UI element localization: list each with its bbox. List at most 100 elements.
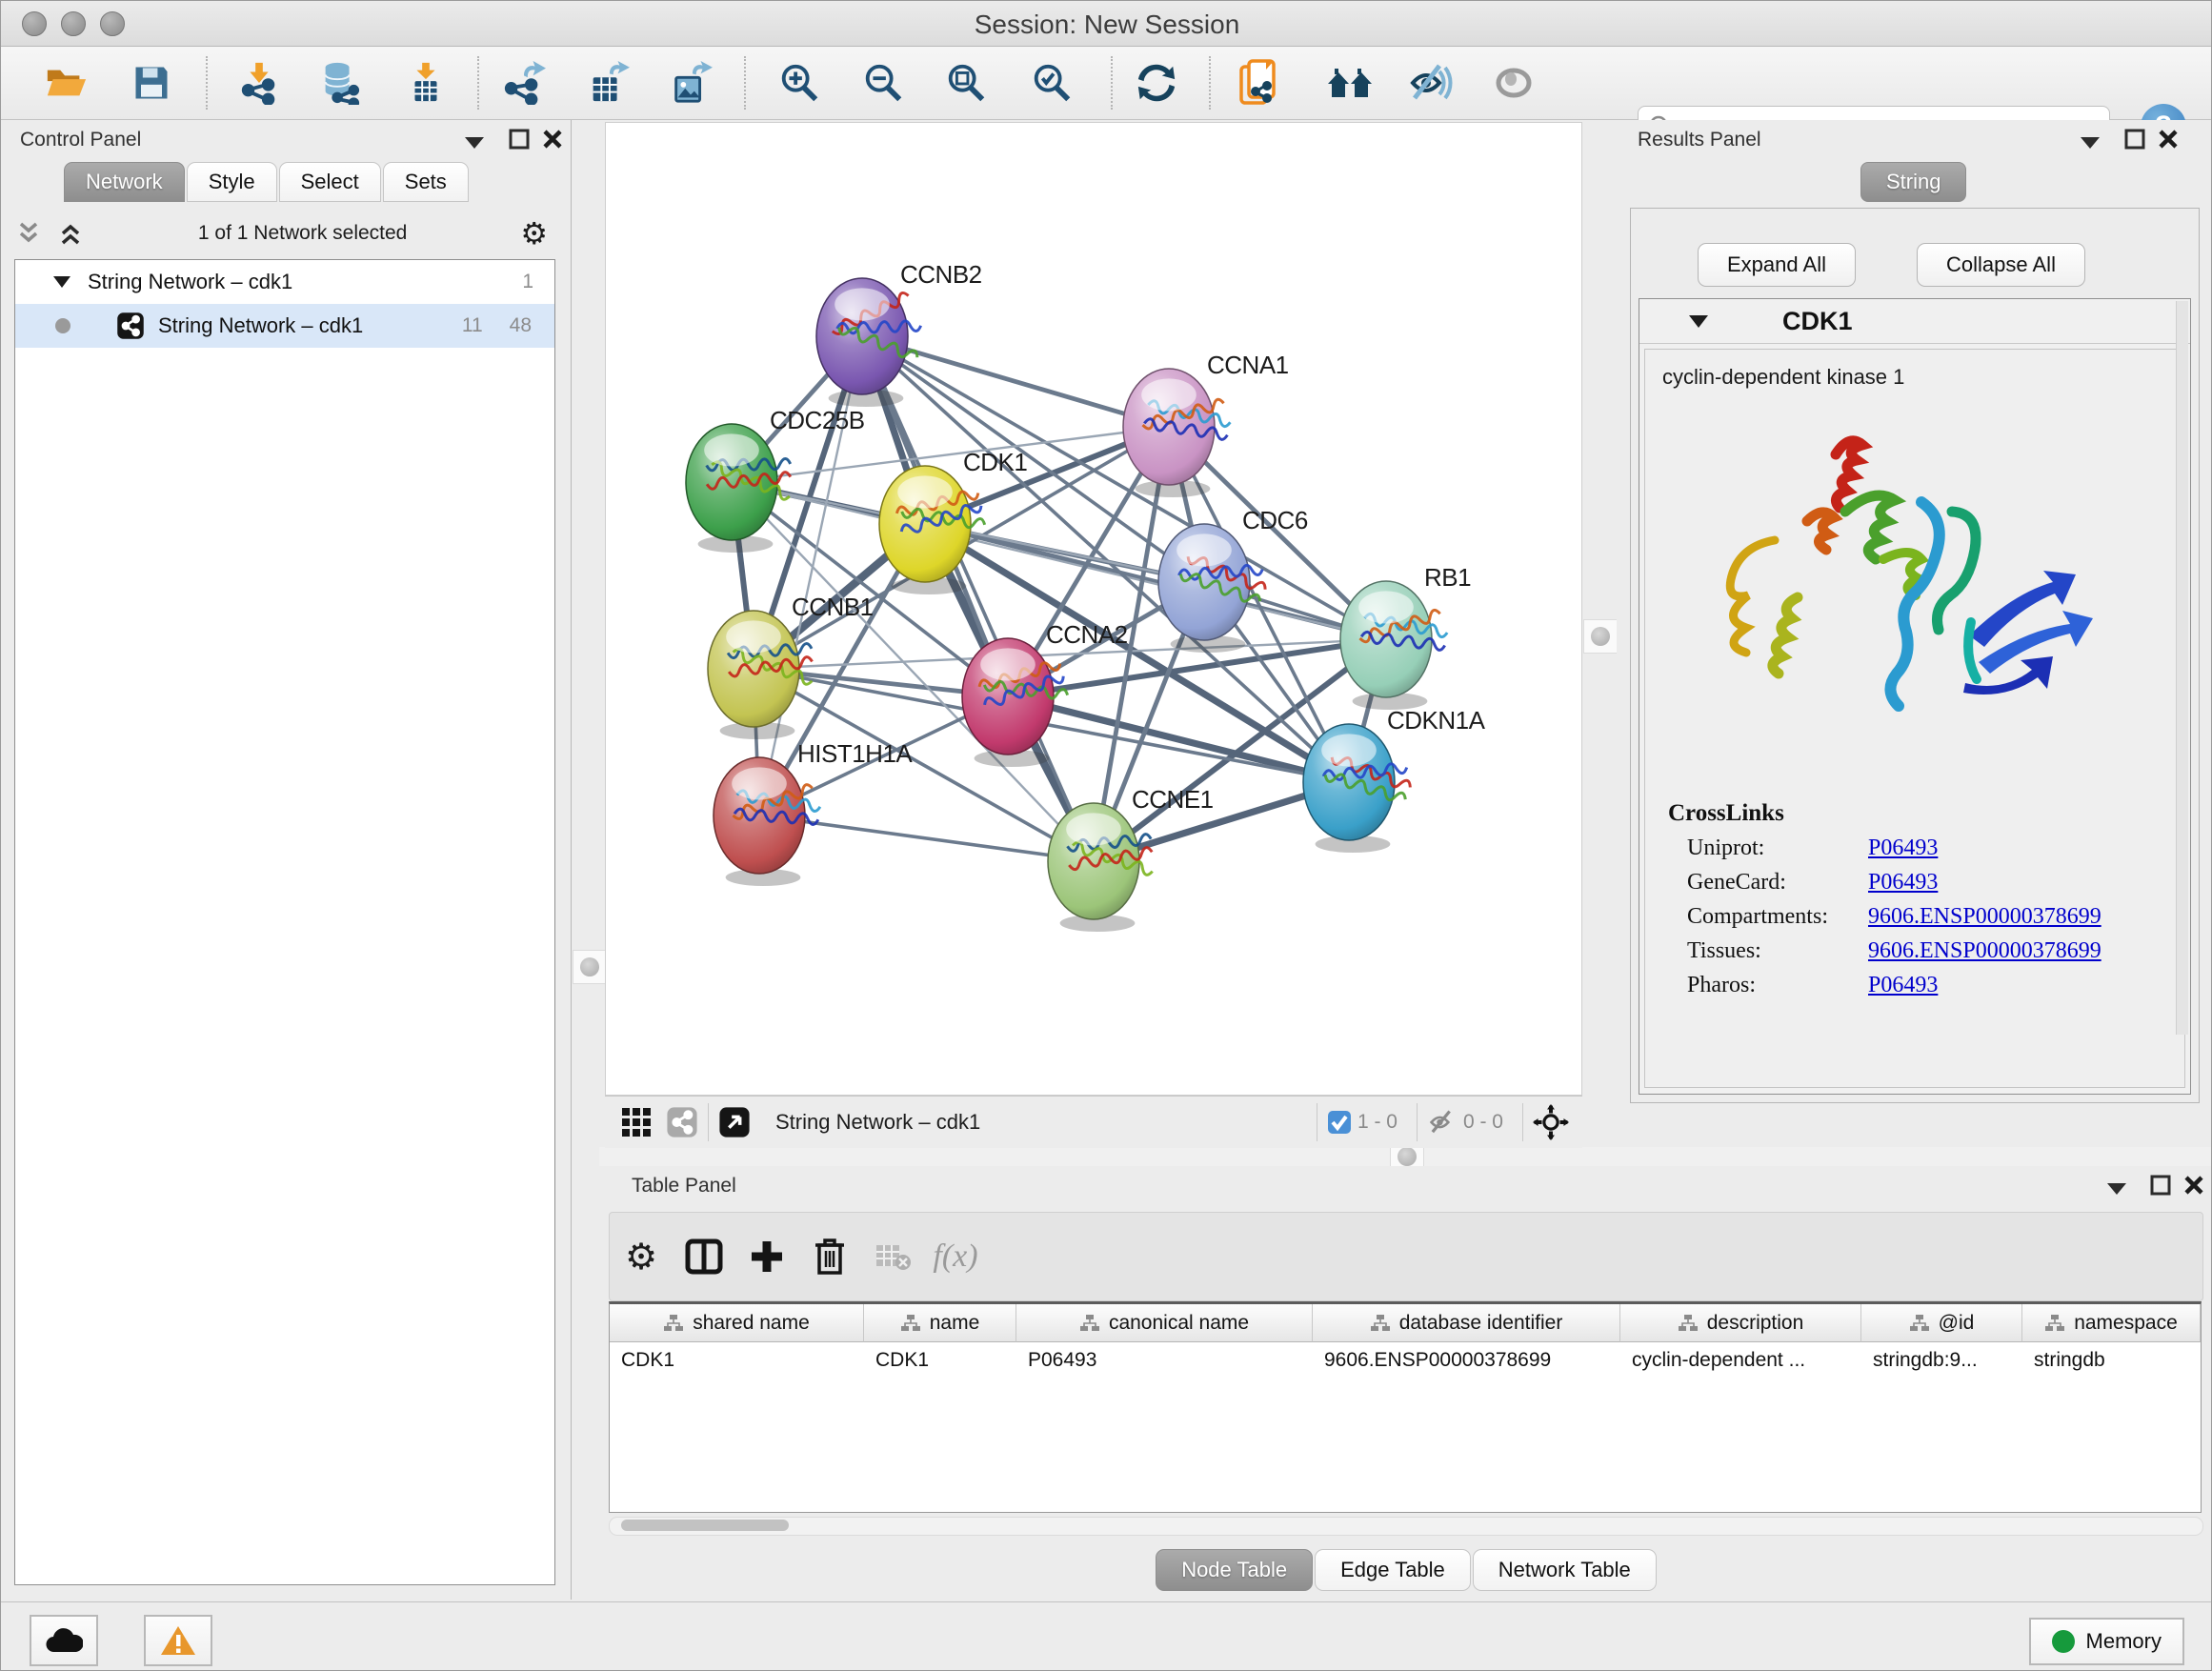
network-node-cdkn1a[interactable]: CDKN1A bbox=[1303, 706, 1486, 853]
network-row[interactable]: String Network – cdk1 11 48 bbox=[15, 304, 554, 348]
network-options-gear-icon[interactable]: ⚙ bbox=[520, 215, 548, 252]
column-header-name[interactable]: name bbox=[864, 1304, 1016, 1342]
network-graph[interactable]: CCNB2CCNA1CDC25BCDK1CDC6RB1CCNB1CCNA2CDK… bbox=[606, 123, 1581, 1095]
show-columns-icon[interactable] bbox=[673, 1238, 735, 1275]
collection-expander-icon[interactable] bbox=[53, 276, 70, 288]
close-panel-icon[interactable] bbox=[2183, 1175, 2204, 1196]
zoom-fit-button[interactable] bbox=[939, 58, 993, 108]
crosslink-link[interactable]: 9606.ENSP00000378699 bbox=[1868, 938, 2101, 964]
table-row[interactable]: CDK1CDK1P064939606.ENSP00000378699cyclin… bbox=[610, 1342, 2201, 1380]
collapse-panel-icon[interactable] bbox=[464, 136, 485, 150]
column-header--id[interactable]: @id bbox=[1861, 1304, 2022, 1342]
show-all-button[interactable] bbox=[1487, 58, 1540, 108]
tab-edge-table[interactable]: Edge Table bbox=[1315, 1549, 1471, 1591]
network-node-rb1[interactable]: RB1 bbox=[1340, 563, 1471, 710]
collapse-panel-icon[interactable] bbox=[2106, 1182, 2127, 1196]
open-session-button[interactable] bbox=[39, 58, 92, 108]
network-canvas[interactable]: CCNB2CCNA1CDC25BCDK1CDC6RB1CCNB1CCNA2CDK… bbox=[605, 122, 1582, 1096]
gene-section-header[interactable]: CDK1 bbox=[1639, 299, 2190, 344]
float-panel-icon[interactable] bbox=[2150, 1175, 2171, 1196]
tab-network-table[interactable]: Network Table bbox=[1473, 1549, 1657, 1591]
expand-all-networks-icon[interactable] bbox=[14, 219, 43, 248]
network-collection-row[interactable]: String Network – cdk1 1 bbox=[15, 260, 554, 304]
tab-node-table[interactable]: Node Table bbox=[1156, 1549, 1313, 1591]
zoom-in-button[interactable] bbox=[773, 58, 826, 108]
float-panel-icon[interactable] bbox=[509, 129, 530, 150]
export-image-button[interactable] bbox=[664, 58, 717, 108]
column-header-namespace[interactable]: namespace bbox=[2022, 1304, 2201, 1342]
tab-select[interactable]: Select bbox=[279, 162, 381, 202]
node-label-cdc6: CDC6 bbox=[1242, 506, 1308, 534]
delete-table-icon[interactable] bbox=[861, 1241, 924, 1272]
table-hscrollbar[interactable] bbox=[609, 1517, 2203, 1536]
crosslink-link[interactable]: P06493 bbox=[1868, 973, 1938, 998]
save-session-button[interactable] bbox=[125, 58, 178, 108]
right-splitter-handle[interactable] bbox=[1583, 619, 1618, 654]
network-node-ccne1[interactable]: CCNE1 bbox=[1048, 785, 1214, 932]
horizontal-splitter[interactable] bbox=[599, 1147, 2212, 1166]
selected-checkbox-icon[interactable] bbox=[1327, 1110, 1352, 1135]
apply-function-icon[interactable]: f(x) bbox=[924, 1238, 987, 1275]
crosslink-link[interactable]: P06493 bbox=[1868, 870, 1938, 896]
zoom-selected-button[interactable] bbox=[1025, 58, 1078, 108]
network-share-icon[interactable] bbox=[666, 1106, 698, 1138]
network-node-ccna1[interactable]: CCNA1 bbox=[1123, 351, 1289, 497]
memory-button[interactable]: Memory bbox=[2029, 1618, 2184, 1665]
column-header-canonical-name[interactable]: canonical name bbox=[1016, 1304, 1313, 1342]
pan-crosshair-icon[interactable] bbox=[1533, 1104, 1569, 1140]
close-panel-icon[interactable] bbox=[2158, 129, 2179, 150]
results-scrollbar[interactable] bbox=[2176, 301, 2188, 1035]
network-edge[interactable] bbox=[862, 336, 1094, 861]
tab-style[interactable]: Style bbox=[187, 162, 277, 202]
tab-string[interactable]: String bbox=[1860, 162, 1966, 202]
refresh-button[interactable] bbox=[1130, 58, 1183, 108]
collapse-all-networks-icon[interactable] bbox=[56, 219, 85, 248]
collapse-panel-icon[interactable] bbox=[2080, 136, 2101, 150]
cloud-status-button[interactable] bbox=[30, 1615, 98, 1666]
right-splitter[interactable] bbox=[1583, 120, 1616, 1147]
string-query-button[interactable] bbox=[1234, 58, 1287, 108]
import-network-database-button[interactable] bbox=[312, 58, 366, 108]
table-cell[interactable]: 9606.ENSP00000378699 bbox=[1313, 1342, 1620, 1380]
home-button[interactable] bbox=[1323, 58, 1377, 108]
column-header-database-identifier[interactable]: database identifier bbox=[1313, 1304, 1620, 1342]
import-table-button[interactable] bbox=[399, 58, 452, 108]
birds-eye-view-icon[interactable] bbox=[718, 1106, 751, 1138]
export-network-button[interactable] bbox=[497, 58, 551, 108]
crosslink-link[interactable]: 9606.ENSP00000378699 bbox=[1868, 904, 2101, 930]
delete-column-icon[interactable] bbox=[798, 1238, 861, 1276]
collapse-all-button[interactable]: Collapse All bbox=[1917, 243, 2085, 287]
zoom-out-button[interactable] bbox=[856, 58, 910, 108]
create-column-icon[interactable] bbox=[735, 1239, 798, 1274]
table-cell[interactable]: stringdb:9... bbox=[1861, 1342, 2022, 1380]
export-table-button[interactable] bbox=[581, 58, 634, 108]
table-options-gear-icon[interactable]: ⚙ bbox=[610, 1236, 673, 1278]
hidden-eye-icon[interactable] bbox=[1427, 1109, 1458, 1136]
column-header-shared-name[interactable]: shared name bbox=[610, 1304, 864, 1342]
network-node-ccnb2[interactable]: CCNB2 bbox=[816, 260, 982, 407]
column-header-description[interactable]: description bbox=[1620, 1304, 1861, 1342]
float-panel-icon[interactable] bbox=[2124, 129, 2145, 150]
table-cell[interactable]: cyclin-dependent ... bbox=[1620, 1342, 1861, 1380]
crosslink-link[interactable]: P06493 bbox=[1868, 836, 1938, 861]
import-network-file-button[interactable] bbox=[232, 58, 286, 108]
grid-view-icon[interactable] bbox=[620, 1106, 653, 1138]
table-hscrollbar-thumb[interactable] bbox=[621, 1520, 789, 1531]
table-cell[interactable]: CDK1 bbox=[610, 1342, 864, 1380]
close-panel-icon[interactable] bbox=[542, 129, 563, 150]
table-cell[interactable]: CDK1 bbox=[864, 1342, 1016, 1380]
tab-network[interactable]: Network bbox=[64, 162, 185, 202]
expand-all-button[interactable]: Expand All bbox=[1698, 243, 1856, 287]
network-node-hist1h1a[interactable]: HIST1H1A bbox=[714, 739, 913, 886]
warnings-button[interactable] bbox=[144, 1615, 212, 1666]
tab-sets[interactable]: Sets bbox=[383, 162, 469, 202]
table-cell[interactable]: P06493 bbox=[1016, 1342, 1313, 1380]
gene-expander-icon[interactable] bbox=[1689, 315, 1708, 328]
network-node-ccnb1[interactable]: CCNB1 bbox=[708, 593, 874, 739]
table-cell[interactable]: stringdb bbox=[2022, 1342, 2201, 1380]
network-edge[interactable] bbox=[862, 336, 1169, 427]
network-node-cdc25b[interactable]: CDC25B bbox=[686, 406, 865, 553]
left-splitter-handle[interactable] bbox=[573, 950, 607, 984]
hide-selected-button[interactable] bbox=[1403, 58, 1457, 108]
column-header-label: name bbox=[930, 1312, 980, 1335]
